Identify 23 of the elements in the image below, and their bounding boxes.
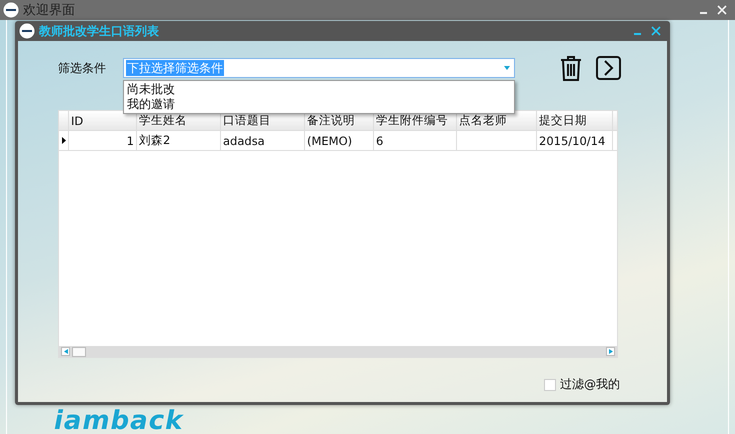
dropdown-arrow-icon[interactable] xyxy=(504,66,510,70)
close-icon[interactable] xyxy=(651,26,661,36)
table-cell: adadsa xyxy=(221,131,305,151)
window-title: 欢迎界面 xyxy=(23,2,76,19)
scrollbar-thumb[interactable] xyxy=(72,346,86,356)
filter-label: 筛选条件 xyxy=(58,60,107,76)
app-logo-icon xyxy=(19,23,35,39)
dropdown-option[interactable]: 我的邀请 xyxy=(127,97,511,112)
scroll-right-button[interactable] xyxy=(606,347,615,356)
table-cell: (MEMO) xyxy=(305,131,374,151)
app-logo-icon xyxy=(3,2,19,18)
dropdown-option[interactable]: 尚未批改 xyxy=(127,82,511,97)
table-cell: 2015/10/14 xyxy=(537,131,613,151)
scroll-left-button[interactable] xyxy=(61,347,70,356)
logo-text: iamback xyxy=(54,408,184,434)
table-cell: 刘森2 xyxy=(137,131,221,151)
checkbox-label: 过滤@我的 xyxy=(560,376,620,393)
table-cell: 1 xyxy=(69,131,137,151)
dialog-title: 教师批改学生口语列表 xyxy=(39,22,160,40)
trash-icon[interactable] xyxy=(560,55,582,81)
column-header[interactable]: 提交日期 xyxy=(537,111,613,131)
table-cell: 6 xyxy=(374,131,457,151)
filter-mine-checkbox[interactable] xyxy=(544,378,556,390)
